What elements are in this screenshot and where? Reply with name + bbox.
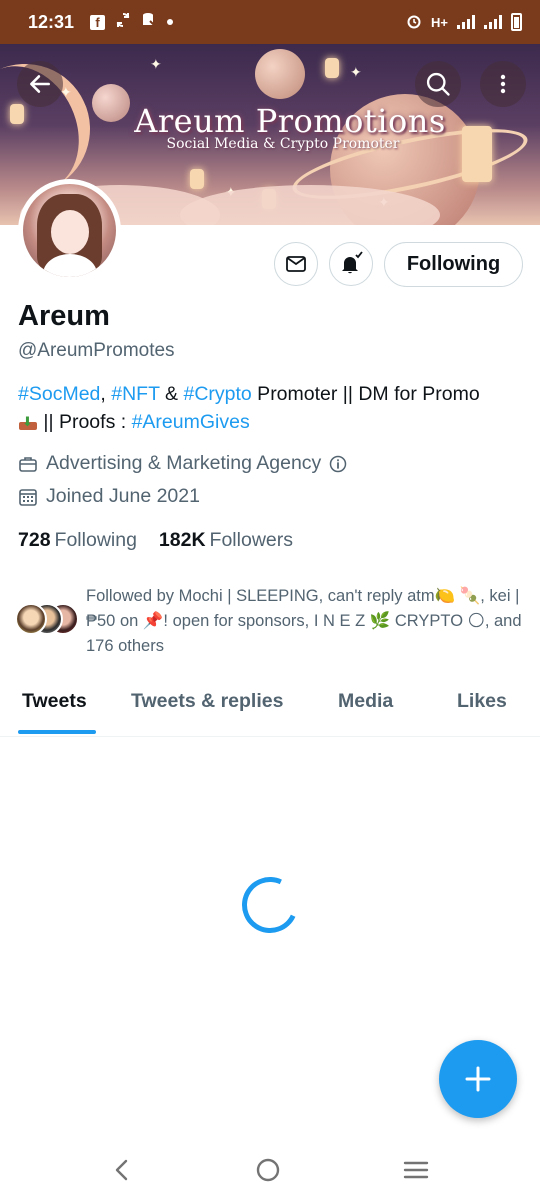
more-notifications-dot [167,19,174,25]
banner-planet [255,49,305,99]
profile-name: Areum [18,300,110,332]
followers-count-link[interactable]: 182K Followers [159,529,293,552]
facebook-icon: f [90,14,106,30]
followers-count: 182K [158,529,206,551]
following-count: 728 [18,529,51,551]
profile-joined: Joined June 2021 [18,485,200,508]
banner-star: ✦ [150,56,162,72]
network-type: H+ [431,14,448,30]
nav-home-icon[interactable] [254,1156,282,1184]
nav-back-icon[interactable] [110,1158,134,1182]
briefcase-icon [19,456,37,472]
followers-label: Followers [209,529,293,551]
search-button[interactable] [415,61,461,107]
avatar-face [51,210,89,254]
back-button[interactable] [17,61,63,107]
hashtag-link[interactable]: #SocMed [18,383,100,405]
bio-text: || Proofs : [38,411,132,433]
plus-icon [465,1066,491,1092]
hashtag-link[interactable]: #NFT [111,383,159,405]
profile-tabs: Tweets Tweets & replies Media Likes [0,672,540,737]
compose-tweet-button[interactable] [439,1040,517,1118]
sync-icon [115,12,131,33]
banner-lantern [325,58,339,78]
follow-counts: 728 Following 182K Followers [18,529,293,552]
inbox-tray-icon [18,408,38,436]
profile-category: Advertising & Marketing Agency [18,452,347,475]
more-options-button[interactable] [480,61,526,107]
avatar[interactable] [18,179,121,282]
active-tab-indicator [18,730,96,734]
more-vertical-icon [500,74,506,94]
tab-likes[interactable]: Likes [457,690,507,713]
database-icon [141,12,157,33]
loading-spinner [234,869,306,941]
bio-text: Promoter || DM for Promo [251,383,480,405]
battery-icon [511,13,522,31]
tab-tweets-replies[interactable]: Tweets & replies [131,690,283,713]
status-time: 12:31 [28,11,75,32]
message-button[interactable] [274,242,318,286]
arrow-left-icon [30,75,50,93]
tab-media[interactable]: Media [338,690,393,713]
avatar-image [23,184,116,277]
profile-handle: @AreumPromotes [18,340,175,361]
following-count-link[interactable]: 728 Following [18,529,137,552]
banner-subtitle: Social Media & Crypto Promoter [166,136,400,152]
status-bar: 12:31 f H+ [0,0,540,44]
bio-text: & [159,383,184,405]
search-icon [426,72,450,96]
banner-star: ✦ [350,64,362,80]
bio-text: , [100,383,112,405]
info-icon[interactable] [329,455,347,473]
hashtag-link[interactable]: #AreumGives [132,411,250,433]
following-button[interactable]: Following [384,242,523,287]
hashtag-link[interactable]: #Crypto [183,383,251,405]
followed-by-text[interactable]: Followed by Mochi | SLEEPING, can't repl… [86,584,532,659]
signal-icon [457,15,475,29]
nav-recents-icon[interactable] [402,1158,430,1182]
notifications-button[interactable] [329,242,373,286]
calendar-icon [19,488,37,506]
profile-bio: #SocMed, #NFT & #Crypto Promoter || DM f… [18,380,528,436]
category-text: Advertising & Marketing Agency [46,452,322,474]
banner-title: Areum Promotions [134,102,446,140]
notification-icons: f [90,12,174,33]
system-navigation-bar [0,1140,540,1200]
bell-check-icon [342,251,363,274]
banner-lantern [190,169,204,189]
following-label: Following [54,529,137,551]
tab-tweets[interactable]: Tweets [22,690,87,713]
signal-icon-2 [484,15,502,29]
alarm-icon [406,13,422,32]
mail-icon [286,256,306,272]
follower-avatar [15,603,47,635]
joined-text: Joined June 2021 [46,485,200,507]
system-icons: H+ [406,13,522,32]
